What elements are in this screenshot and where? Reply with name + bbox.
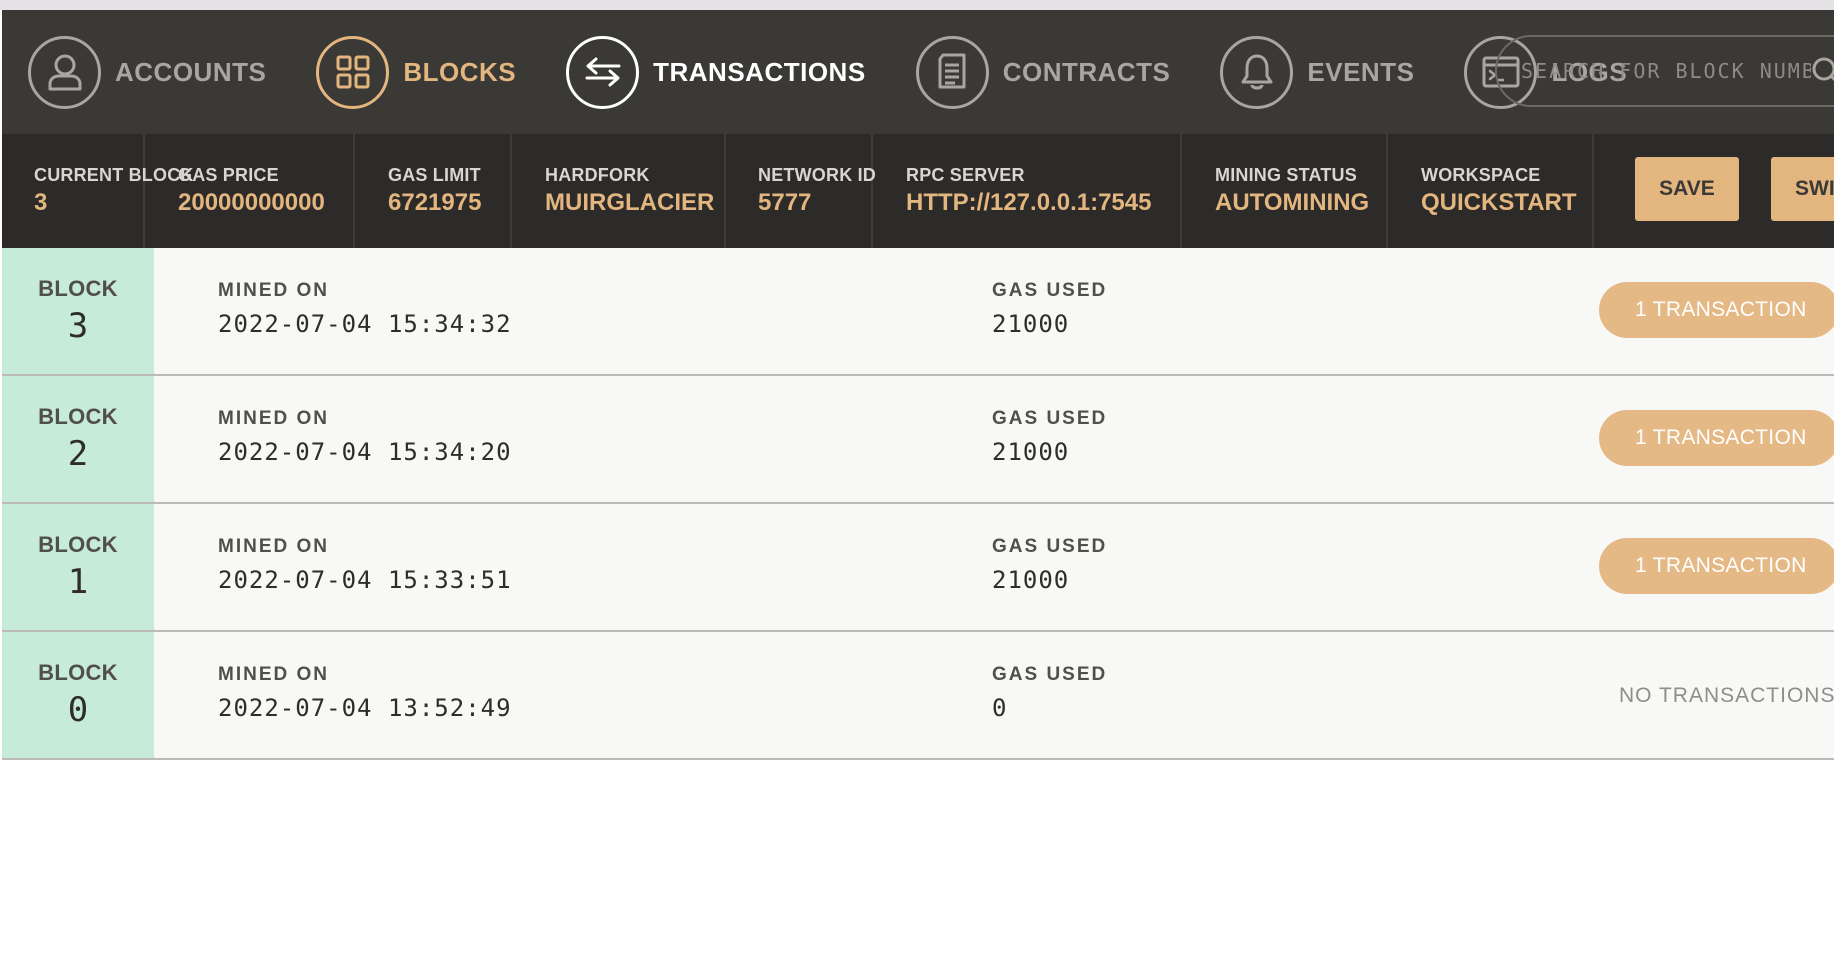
mined-on-label: MINED ON: [218, 664, 329, 685]
gas-used-label: GAS USED: [992, 536, 1108, 557]
nav-events[interactable]: EVENTS: [1220, 35, 1415, 109]
stat-mining-status-label: MINING STATUS: [1215, 165, 1357, 185]
gas-used-value: 21000: [992, 566, 1070, 594]
gas-used-field: GAS USED 21000: [992, 536, 1107, 594]
nav-accounts-label: ACCOUNTS: [115, 56, 267, 87]
stat-network-id: NETWORK ID 5777: [726, 134, 876, 248]
block-number-cell: BLOCK 1: [2, 504, 154, 630]
gas-used-value: 21000: [992, 310, 1070, 338]
stat-hardfork-value: MUIRGLACIER: [545, 189, 715, 216]
stat-gas-limit-label: GAS LIMIT: [388, 165, 481, 185]
nav-accounts[interactable]: ACCOUNTS: [28, 35, 267, 109]
stat-current-block-label: CURRENT BLOCK: [34, 165, 194, 185]
block-number-cell: BLOCK 3: [2, 248, 154, 374]
block-label: BLOCK: [38, 660, 118, 685]
block-label: BLOCK: [38, 532, 118, 557]
window-top-strip: [0, 0, 1834, 10]
stat-gas-price-label: GAS PRICE: [178, 165, 279, 185]
stat-workspace-label: WORKSPACE: [1421, 165, 1541, 185]
nav-transactions[interactable]: TRANSACTIONS: [566, 35, 866, 109]
gas-used-label: GAS USED: [992, 664, 1108, 685]
stat-rpc-server-value: HTTP://127.0.0.1:7545: [906, 189, 1152, 216]
grid-icon: [316, 35, 390, 109]
nav-contracts-label: CONTRACTS: [1002, 56, 1171, 87]
no-transactions-label: NO TRANSACTIONS: [1619, 684, 1834, 707]
search-box[interactable]: [1495, 35, 1834, 107]
stat-gas-limit: GAS LIMIT 6721975: [355, 134, 512, 248]
mined-on-field: MINED ON 2022-07-04 15:33:51: [218, 536, 512, 594]
stat-gas-price: GAS PRICE 20000000000: [145, 134, 355, 248]
block-number: 0: [67, 690, 89, 730]
block-row[interactable]: BLOCK 2 MINED ON 2022-07-04 15:34:20 GAS…: [2, 376, 1834, 504]
gas-used-label: GAS USED: [992, 280, 1108, 301]
mined-on-label: MINED ON: [218, 408, 329, 429]
mined-on-value: 2022-07-04 15:33:51: [218, 566, 512, 594]
block-label: BLOCK: [38, 276, 118, 301]
block-number-cell: BLOCK 0: [2, 632, 154, 758]
gas-used-value: 21000: [992, 438, 1070, 466]
stat-workspace-value: QUICKSTART: [1421, 189, 1577, 216]
bell-icon: [1220, 35, 1294, 109]
mined-on-value: 2022-07-04 15:34:20: [218, 438, 512, 466]
mined-on-field: MINED ON 2022-07-04 13:52:49: [218, 664, 512, 722]
stat-gas-price-value: 20000000000: [178, 189, 325, 216]
transaction-count-badge[interactable]: 1 TRANSACTION: [1599, 282, 1834, 338]
gas-used-field: GAS USED 0: [992, 664, 1107, 722]
mined-on-value: 2022-07-04 13:52:49: [218, 694, 512, 722]
stat-current-block-value: 3: [34, 189, 48, 216]
search-icon[interactable]: [1810, 55, 1834, 94]
nav-blocks[interactable]: BLOCKS: [316, 35, 517, 109]
stat-hardfork-label: HARDFORK: [545, 165, 650, 185]
stat-gas-limit-value: 6721975: [388, 189, 482, 216]
transaction-count-badge[interactable]: 1 TRANSACTION: [1599, 538, 1834, 594]
stat-network-id-label: NETWORK ID: [758, 165, 876, 185]
mined-on-label: MINED ON: [218, 280, 329, 301]
mined-on-value: 2022-07-04 15:34:32: [218, 310, 512, 338]
mined-on-label: MINED ON: [218, 536, 329, 557]
nav-blocks-label: BLOCKS: [403, 56, 517, 87]
stat-mining-status: MINING STATUS AUTOMINING: [1182, 134, 1388, 248]
mined-on-field: MINED ON 2022-07-04 15:34:32: [218, 280, 512, 338]
block-number: 1: [67, 562, 89, 602]
mined-on-field: MINED ON 2022-07-04 15:34:20: [218, 408, 512, 466]
stat-mining-status-value: AUTOMINING: [1215, 189, 1370, 216]
nav-contracts[interactable]: CONTRACTS: [915, 35, 1171, 109]
stat-rpc-server-label: RPC SERVER: [906, 165, 1025, 185]
gas-used-field: GAS USED 21000: [992, 280, 1107, 338]
status-bar: CURRENT BLOCK 3 GAS PRICE 20000000000 GA…: [2, 134, 1834, 248]
user-icon: [28, 35, 101, 109]
stat-network-id-value: 5777: [758, 189, 812, 216]
block-number: 3: [67, 306, 89, 346]
top-nav: ACCOUNTS BLOCKS TRANSACTIONS CONTRACTS E: [2, 10, 1834, 134]
stat-workspace: WORKSPACE QUICKSTART: [1388, 134, 1594, 248]
stat-hardfork: HARDFORK MUIRGLACIER: [512, 134, 726, 248]
swap-arrows-icon: [566, 35, 640, 109]
search-input[interactable]: [1521, 59, 1811, 83]
block-list: BLOCK 3 MINED ON 2022-07-04 15:34:32 GAS…: [2, 248, 1834, 760]
block-number-cell: BLOCK 2: [2, 376, 154, 502]
save-button[interactable]: SAVE: [1635, 157, 1739, 221]
nav-events-label: EVENTS: [1307, 56, 1415, 87]
stat-rpc-server: RPC SERVER HTTP://127.0.0.1:7545: [873, 134, 1182, 248]
gas-used-label: GAS USED: [992, 408, 1108, 429]
switch-button[interactable]: SWI: [1771, 157, 1834, 221]
block-row[interactable]: BLOCK 0 MINED ON 2022-07-04 13:52:49 GAS…: [2, 632, 1834, 760]
gas-used-field: GAS USED 21000: [992, 408, 1107, 466]
block-row[interactable]: BLOCK 3 MINED ON 2022-07-04 15:34:32 GAS…: [2, 248, 1834, 376]
block-label: BLOCK: [38, 404, 118, 429]
transaction-count-badge[interactable]: 1 TRANSACTION: [1599, 410, 1834, 466]
block-number: 2: [67, 434, 89, 474]
gas-used-value: 0: [992, 694, 1008, 722]
stat-current-block: CURRENT BLOCK 3: [2, 134, 194, 248]
document-icon: [915, 35, 989, 109]
block-row[interactable]: BLOCK 1 MINED ON 2022-07-04 15:33:51 GAS…: [2, 504, 1834, 632]
ganache-app: ACCOUNTS BLOCKS TRANSACTIONS CONTRACTS E: [2, 10, 1834, 954]
nav-transactions-label: TRANSACTIONS: [653, 56, 866, 87]
